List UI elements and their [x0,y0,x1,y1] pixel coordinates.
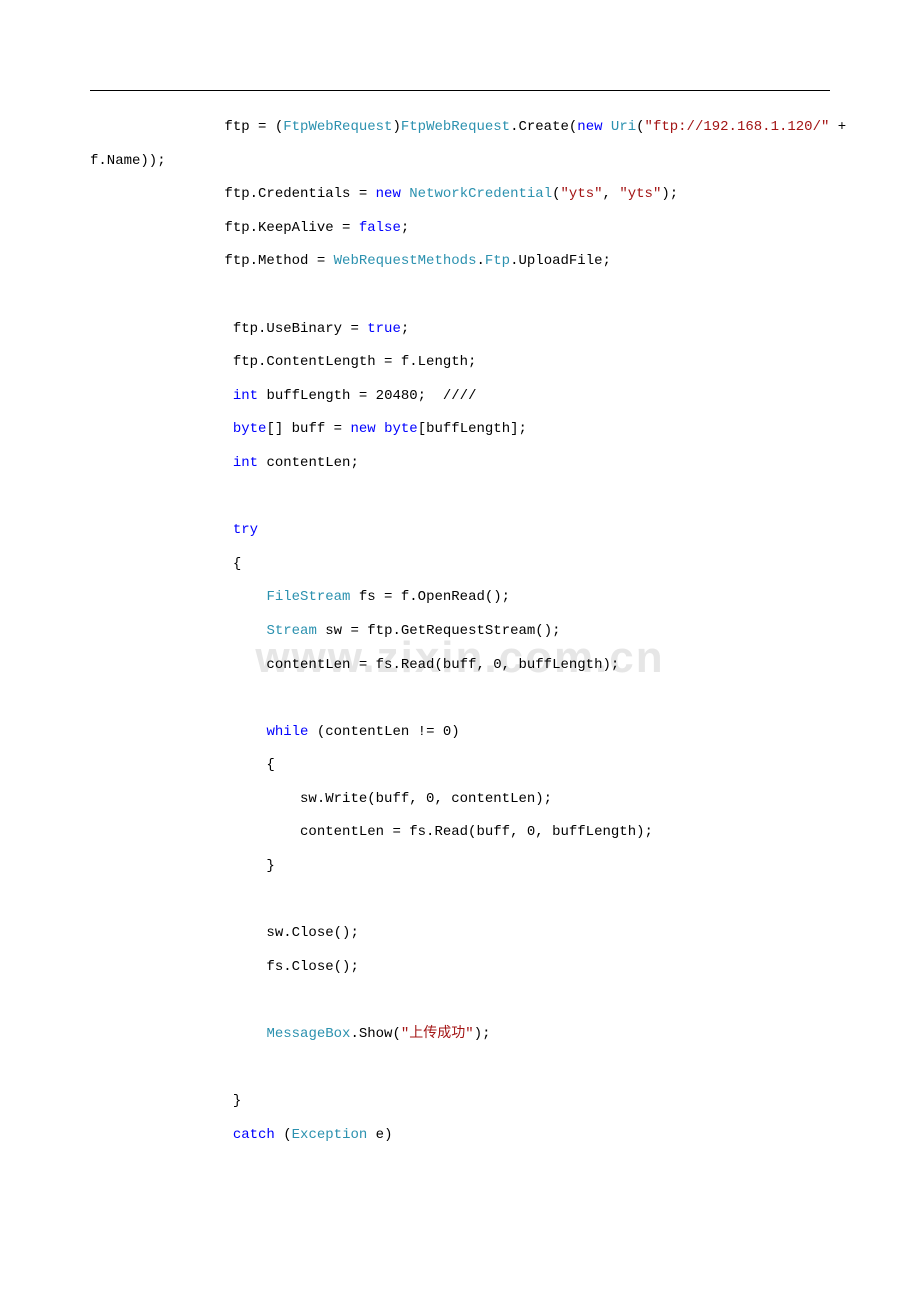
code-string: "上传成功" [401,1026,474,1042]
code-text: fs = f.OpenRead(); [350,589,510,605]
code-text: e) [367,1127,392,1143]
code-string: "yts" [561,186,603,202]
code-text: ftp.Credentials = [90,186,376,202]
code-text [90,623,266,639]
code-text [90,388,233,404]
code-text: .UploadFile; [510,253,611,269]
code-text: contentLen; [258,455,359,471]
code-text: } [90,858,275,874]
code-text: ; [401,220,409,236]
code-keyword: byte [384,421,418,437]
code-keyword: true [367,321,401,337]
code-text: ftp.KeepAlive = [90,220,359,236]
code-text [90,522,233,538]
code-keyword: false [359,220,401,236]
code-text [90,455,233,471]
code-type: NetworkCredential [409,186,552,202]
code-text: + [829,119,854,135]
code-text: ftp = ( [90,119,283,135]
code-text: ftp.UseBinary = [90,321,367,337]
code-text [90,724,266,740]
code-text: ) [392,119,400,135]
code-keyword: new [577,119,602,135]
code-text [90,589,266,605]
code-keyword: while [266,724,308,740]
code-text [90,421,233,437]
code-keyword: catch [233,1127,275,1143]
code-text: . [476,253,484,269]
code-type: Stream [266,623,316,639]
code-string: "yts" [619,186,661,202]
code-text [90,1127,233,1143]
code-text [376,421,384,437]
code-text: { [90,757,275,773]
code-keyword: int [233,455,258,471]
code-text: sw.Close(); [90,925,359,941]
code-type: Ftp [485,253,510,269]
code-keyword: new [350,421,375,437]
code-type: Uri [611,119,636,135]
code-type: FtpWebRequest [283,119,392,135]
code-text: [] buff = [266,421,350,437]
code-type: Exception [292,1127,368,1143]
code-type: FileStream [266,589,350,605]
code-text: { [90,556,241,572]
code-text: } [90,1093,241,1109]
code-text: buffLength = 20480; //// [258,388,476,404]
document-page: www.zixin.com.cn ftp = (FtpWebRequest)Ft… [0,0,920,1302]
code-keyword: byte [233,421,267,437]
code-text [603,119,611,135]
code-text: contentLen = fs.Read(buff, 0, buffLength… [90,657,619,673]
code-text: sw = ftp.GetRequestStream(); [317,623,561,639]
code-text: , [603,186,620,202]
code-type: WebRequestMethods [334,253,477,269]
code-text [90,1026,266,1042]
code-text: ); [661,186,678,202]
code-text: ; [401,321,409,337]
code-keyword: int [233,388,258,404]
code-text: f.Name)); [90,153,166,169]
code-type: FtpWebRequest [401,119,510,135]
code-text: [buffLength]; [418,421,527,437]
code-text: ); [474,1026,491,1042]
code-keyword: try [233,522,258,538]
code-text: (contentLen != 0) [308,724,459,740]
code-keyword: new [376,186,401,202]
top-divider [90,90,830,91]
code-text: .Create( [510,119,577,135]
code-text: sw.Write(buff, 0, contentLen); [90,791,552,807]
code-text: ( [275,1127,292,1143]
code-block: ftp = (FtpWebRequest)FtpWebRequest.Creat… [90,111,830,1152]
code-text: contentLen = fs.Read(buff, 0, buffLength… [90,824,653,840]
code-text: ( [552,186,560,202]
code-type: MessageBox [266,1026,350,1042]
code-string: "ftp://192.168.1.120/" [645,119,830,135]
code-text: fs.Close(); [90,959,359,975]
code-text: .Show( [350,1026,400,1042]
code-text: ( [636,119,644,135]
code-text: ftp.ContentLength = f.Length; [90,354,476,370]
code-text: ftp.Method = [90,253,334,269]
